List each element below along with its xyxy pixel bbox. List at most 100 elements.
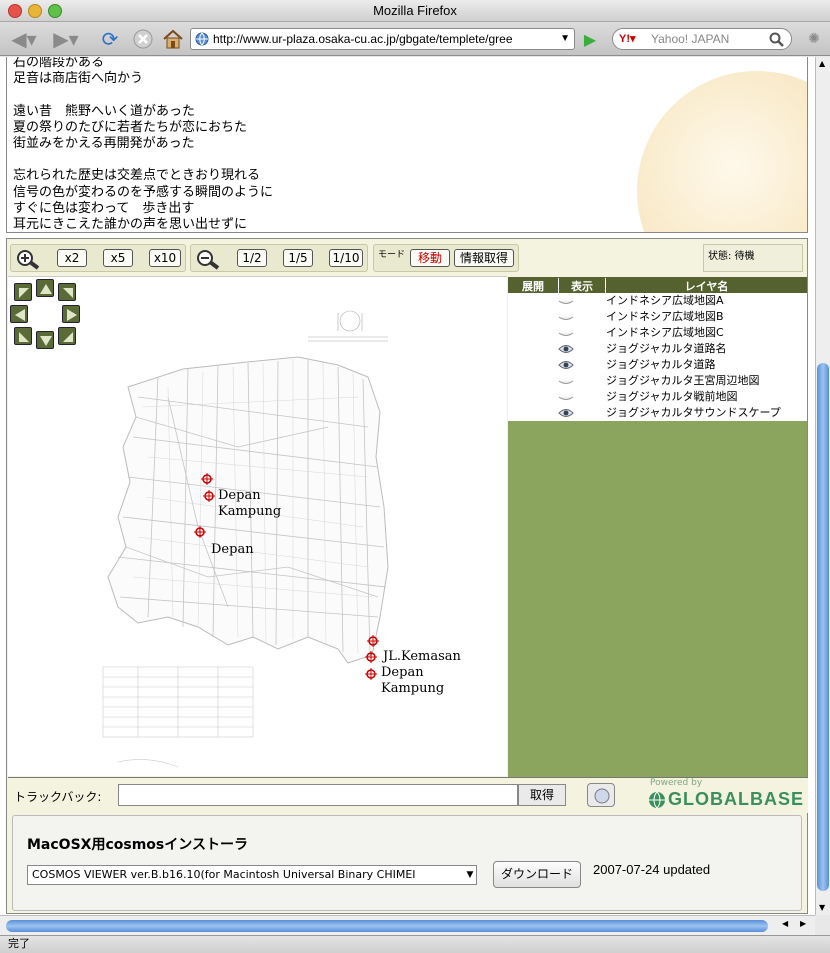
eye-open-icon[interactable]: [558, 360, 574, 370]
forward-button[interactable]: ▶▾: [48, 26, 84, 52]
trackback-label: トラックバック:: [14, 790, 102, 804]
map-marker-icon[interactable]: [194, 526, 206, 538]
go-button[interactable]: ▶: [580, 26, 600, 52]
search-icon[interactable]: [769, 32, 785, 48]
download-button[interactable]: ダウンロード: [493, 861, 581, 888]
title-bar: Mozilla Firefox: [0, 0, 830, 22]
close-window-icon[interactable]: [8, 4, 22, 18]
zoom-out-icon: [197, 250, 220, 270]
version-select[interactable]: COSMOS VIEWER ver.B.b16.10(for Macintosh…: [27, 865, 477, 885]
url-text: http://www.ur-plaza.osaka-cu.ac.jp/gbgat…: [213, 32, 513, 46]
eye-open-icon[interactable]: [558, 408, 574, 418]
layer-row[interactable]: ジョグジャカルタ王宮周辺地図: [508, 373, 807, 389]
stop-button[interactable]: [130, 26, 156, 52]
status-text: 完了: [8, 937, 30, 950]
zoom-window-icon[interactable]: [48, 4, 62, 18]
vertical-scrollbar[interactable]: ▲ ▼: [815, 57, 830, 915]
layer-row[interactable]: インドネシア広域地図B: [508, 309, 807, 325]
layer-row[interactable]: インドネシア広域地図C: [508, 325, 807, 341]
layer-name: ジョグジャカルタ道路名: [606, 342, 727, 355]
map-marker-icon[interactable]: [367, 635, 379, 647]
scroll-right-icon[interactable]: ▶: [800, 919, 806, 928]
eye-closed-icon[interactable]: [558, 312, 574, 322]
zoom-out-group: 1/2 1/5 1/10: [190, 244, 368, 272]
search-field[interactable]: Y!▾ Yahoo! JAPAN: [612, 28, 792, 50]
map-marker-icon[interactable]: [365, 668, 377, 680]
map-label: Depan Kampung: [218, 488, 282, 519]
zoom-x10-button[interactable]: x10: [149, 249, 181, 267]
map-marker-icon[interactable]: [201, 473, 213, 485]
layer-row[interactable]: ジョグジャカルタサウンドスケープ: [508, 405, 807, 421]
header-visible: 表示: [558, 278, 606, 294]
eye-closed-icon[interactable]: [558, 328, 574, 338]
page-content: 石の階段がある 足音は商店街へ向かう 遠い昔 熊野へいく道があった 夏の祭りのたびに若…: [0, 57, 815, 915]
zoom-in-icon: [17, 250, 40, 270]
poem-frame[interactable]: 石の階段がある 足音は商店街へ向かう 遠い昔 熊野へいく道があった 夏の祭りのたびに若…: [6, 57, 808, 233]
trackback-input[interactable]: [118, 784, 518, 806]
vertical-scroll-thumb[interactable]: [817, 363, 829, 891]
zoom-tenth-button[interactable]: 1/10: [329, 249, 363, 267]
minimize-window-icon[interactable]: [28, 4, 42, 18]
logo-text: GLOBALBASE: [668, 789, 804, 809]
trackback-get-button[interactable]: 取得: [518, 784, 566, 806]
navigation-toolbar: ◀▾ ▶▾ ⟳ http://www.ur-plaza.osaka-cu.ac.…: [0, 22, 830, 56]
eye-closed-icon[interactable]: [558, 296, 574, 306]
zoom-half-button[interactable]: 1/2: [237, 249, 267, 267]
back-arrow-icon: ◀▾: [11, 27, 37, 51]
url-field[interactable]: http://www.ur-plaza.osaka-cu.ac.jp/gbgat…: [190, 28, 575, 50]
layer-panel: 展開 表示 レイヤ名 インドネシア広域地図A インドネシア広域地図B インドネシア広…: [508, 277, 807, 777]
info-get-button[interactable]: 情報取得: [454, 249, 514, 267]
layer-row[interactable]: ジョグジャカルタ道路: [508, 357, 807, 373]
search-placeholder: Yahoo! JAPAN: [651, 32, 730, 46]
horizontal-scrollbar[interactable]: ◀ ▶: [0, 915, 815, 935]
status-box: 状態: 待機: [703, 244, 803, 272]
eye-closed-icon[interactable]: [558, 376, 574, 386]
layer-name: ジョグジャカルタ戦前地図: [606, 390, 738, 403]
status-bar: 完了: [0, 935, 830, 953]
version-select-value: COSMOS VIEWER ver.B.b16.10(for Macintosh…: [32, 868, 416, 881]
round-action-button[interactable]: [587, 783, 615, 807]
map-label: JL.Kemasan: [383, 649, 461, 664]
header-layer-name: レイヤ名: [684, 280, 729, 293]
poem-line: 足音は商店街へ向かう: [13, 71, 144, 87]
globe-watermark: [637, 71, 807, 232]
layer-row[interactable]: ジョグジャカルタ戦前地図: [508, 389, 807, 405]
stop-icon: [133, 29, 153, 49]
reload-button[interactable]: ⟳: [96, 26, 124, 52]
layer-name: ジョグジャカルタサウンドスケープ: [606, 406, 781, 419]
globe-icon: [195, 32, 209, 46]
map-label: Depan Kampung: [381, 665, 445, 696]
powered-by-text: Powered by: [650, 778, 703, 788]
globalbase-logo: Powered by GLOBALBASE: [648, 778, 806, 813]
eye-open-icon[interactable]: [558, 344, 574, 354]
poem-line: 街並みをかえる再開発があった: [13, 136, 195, 151]
scroll-down-icon[interactable]: ▼: [819, 903, 825, 912]
globe-logo-icon: [649, 791, 665, 809]
scroll-up-icon[interactable]: ▲: [819, 59, 825, 68]
zoom-x2-button[interactable]: x2: [57, 249, 87, 267]
layer-list: インドネシア広域地図A インドネシア広域地図B インドネシア広域地図C ジョグジャカル…: [508, 293, 807, 421]
url-dropdown-icon[interactable]: ▼: [560, 29, 570, 49]
layer-row[interactable]: ジョグジャカルタ道路名: [508, 341, 807, 357]
scroll-left-icon[interactable]: ◀: [782, 919, 788, 928]
zoom-x5-button[interactable]: x5: [103, 249, 133, 267]
back-button[interactable]: ◀▾: [6, 26, 42, 52]
layer-name: インドネシア広域地図C: [606, 326, 724, 339]
layer-name: インドネシア広域地図B: [606, 310, 724, 323]
installer-box: MacOSX用cosmosインストーラ COSMOS VIEWER ver.B.…: [12, 815, 802, 911]
mode-group: モード 移動 情報取得: [373, 244, 519, 272]
yahoo-engine-icon[interactable]: Y!▾: [619, 29, 636, 49]
map-canvas[interactable]: Depan Kampung Depan JL.Kemasan Depan Kam…: [8, 276, 507, 776]
horizontal-scroll-thumb[interactable]: [6, 920, 768, 932]
home-button[interactable]: [160, 26, 186, 52]
map-marker-icon[interactable]: [203, 490, 215, 502]
mode-move-button[interactable]: 移動: [410, 249, 450, 267]
zoom-fifth-button[interactable]: 1/5: [283, 249, 313, 267]
layer-row[interactable]: インドネシア広域地図A: [508, 293, 807, 309]
trackback-bar: トラックバック: 取得 Powered by GLOBALBASE: [8, 777, 808, 813]
layer-table-header: 展開 表示 レイヤ名: [508, 277, 807, 294]
updated-date: 2007-07-24 updated: [593, 862, 711, 877]
map-marker-icon[interactable]: [365, 651, 377, 663]
go-arrow-icon: ▶: [583, 29, 597, 49]
eye-closed-icon[interactable]: [558, 392, 574, 402]
